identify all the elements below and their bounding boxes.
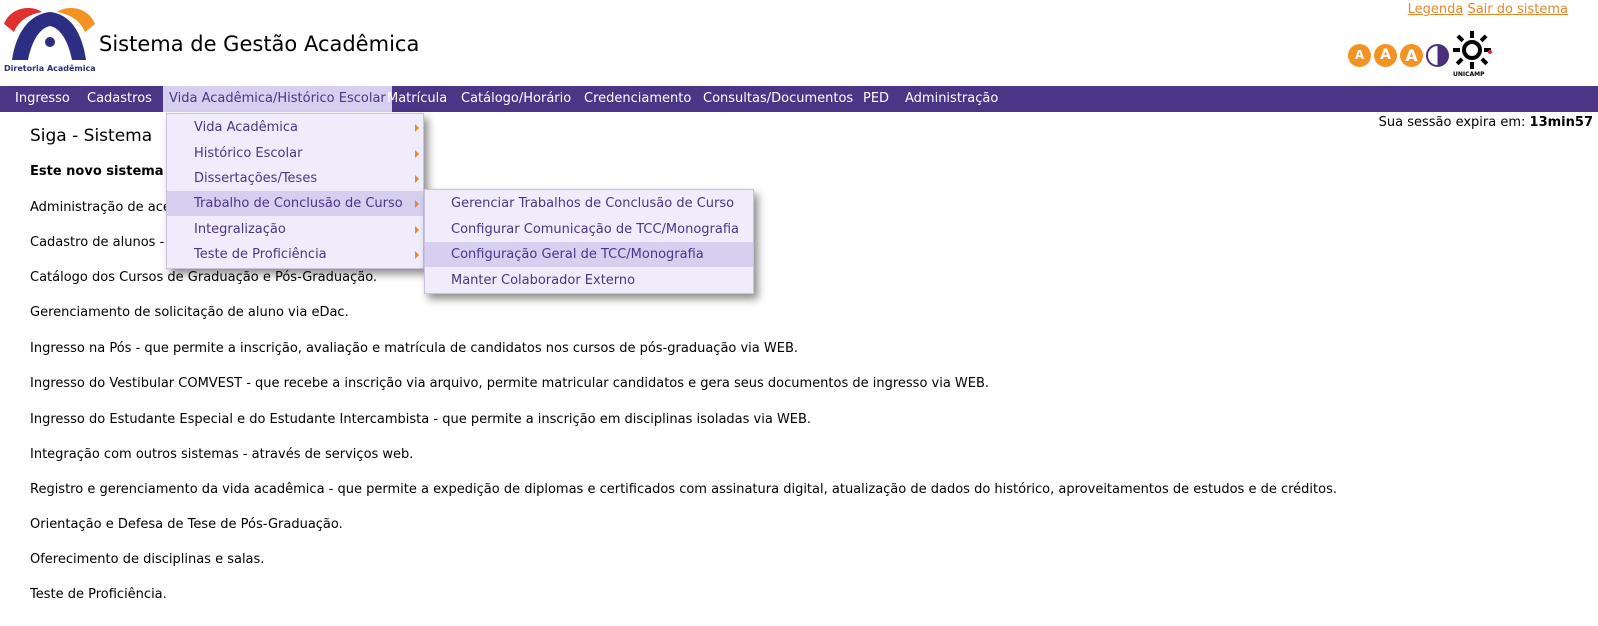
accessibility-controls: A A A	[1348, 41, 1449, 69]
submenu-tcc: Gerenciar Trabalhos de Conclusão de Curs…	[424, 189, 754, 294]
session-timer: Sua sessão expira em: 13min57	[1379, 115, 1593, 130]
menu-ingresso[interactable]: Ingresso	[9, 86, 76, 112]
menu-vida-academica[interactable]: Vida Acadêmica/Histórico Escolar	[163, 86, 392, 112]
menu-ped[interactable]: PED	[857, 86, 895, 112]
feature-paragraph: Integração com outros sistemas - através…	[30, 447, 414, 462]
feature-paragraph: Registro e gerenciamento da vida acadêmi…	[30, 482, 1337, 497]
feature-paragraph: Catálogo dos Cursos de Graduação e Pós-G…	[30, 270, 378, 285]
submenu-item-colaborador-externo[interactable]: Manter Colaborador Externo	[425, 268, 753, 293]
submenu-item-vida-academica[interactable]: Vida Acadêmica	[167, 115, 423, 140]
font-large-button[interactable]: A	[1400, 43, 1423, 67]
page-title: Siga - Sistema	[30, 126, 153, 146]
submenu-item-integralizacao[interactable]: Integralização	[167, 217, 423, 242]
menu-credenciamento[interactable]: Credenciamento	[578, 86, 697, 112]
feature-paragraph: Ingresso do Estudante Especial e do Estu…	[30, 412, 812, 427]
chevron-right-icon	[415, 226, 419, 234]
chevron-right-icon	[415, 200, 419, 208]
chevron-right-icon	[415, 150, 419, 158]
submenu-item-configurar-comunicacao[interactable]: Configurar Comunicação de TCC/Monografia	[425, 217, 753, 242]
feature-paragraph: Administração de aces	[30, 200, 178, 215]
submenu-item-historico-escolar[interactable]: Histórico Escolar	[167, 141, 423, 166]
session-time: 13min57	[1529, 115, 1593, 130]
submenu-item-dissertacoes-teses[interactable]: Dissertações/Teses	[167, 166, 423, 191]
submenu-item-teste-proficiencia[interactable]: Teste de Proficiência	[167, 242, 423, 267]
submenu-item-label: Dissertações/Teses	[194, 171, 318, 186]
session-label: Sua sessão expira em:	[1378, 115, 1526, 130]
font-small-button[interactable]: A	[1348, 43, 1371, 67]
menu-consultas-documentos[interactable]: Consultas/Documentos	[697, 86, 859, 112]
feature-paragraph: Orientação e Defesa de Tese de Pós-Gradu…	[30, 517, 343, 532]
logo-text: Diretoria Acadêmica	[4, 64, 96, 73]
menu-matricula[interactable]: Matrícula	[381, 86, 453, 112]
unicamp-label: UNICAMP	[1453, 71, 1485, 78]
feature-paragraph: Oferecimento de disciplinas e salas.	[30, 552, 265, 567]
feature-paragraph: Ingresso do Vestibular COMVEST - que rec…	[30, 376, 990, 391]
submenu-item-configuracao-geral[interactable]: Configuração Geral de TCC/Monografia	[425, 242, 753, 267]
submenu-item-label: Teste de Proficiência	[194, 247, 327, 262]
submenu-item-gerenciar-tcc[interactable]: Gerenciar Trabalhos de Conclusão de Curs…	[425, 191, 753, 216]
chevron-right-icon	[415, 251, 419, 259]
submenu-item-tcc[interactable]: Trabalho de Conclusão de Curso	[167, 191, 423, 216]
font-medium-button[interactable]: A	[1374, 43, 1397, 67]
feature-paragraph: Ingresso na Pós - que permite a inscriçã…	[30, 341, 799, 356]
submenu-item-label: Histórico Escolar	[194, 146, 303, 161]
main-menu: Ingresso Cadastros Vida Acadêmica/Histór…	[0, 86, 1598, 112]
submenu-vida-academica: Vida Acadêmica Histórico Escolar Dissert…	[166, 113, 424, 269]
app-title: Sistema de Gestão Acadêmica	[99, 32, 420, 56]
menu-administracao[interactable]: Administração	[899, 86, 1004, 112]
top-links: Legenda Sair do sistema	[1408, 2, 1568, 17]
intro-text: Este novo sistema co	[30, 164, 185, 179]
menu-catalogo-horario[interactable]: Catálogo/Horário	[455, 86, 577, 112]
legenda-link[interactable]: Legenda	[1408, 2, 1464, 17]
feature-paragraph: Teste de Proficiência.	[30, 587, 167, 602]
feature-paragraph: Cadastro de alunos -	[30, 235, 165, 250]
submenu-item-label: Trabalho de Conclusão de Curso	[194, 196, 403, 211]
logout-link[interactable]: Sair do sistema	[1467, 2, 1568, 17]
submenu-item-label: Integralização	[194, 222, 286, 237]
chevron-right-icon	[415, 124, 419, 132]
chevron-right-icon	[415, 175, 419, 183]
header: Diretoria Acadêmica Sistema de Gestão Ac…	[0, 0, 1598, 86]
feature-paragraph: Gerenciamento de solicitação de aluno vi…	[30, 305, 349, 320]
submenu-item-label: Vida Acadêmica	[194, 120, 298, 135]
contrast-icon[interactable]	[1426, 43, 1449, 67]
menu-cadastros[interactable]: Cadastros	[81, 86, 158, 112]
